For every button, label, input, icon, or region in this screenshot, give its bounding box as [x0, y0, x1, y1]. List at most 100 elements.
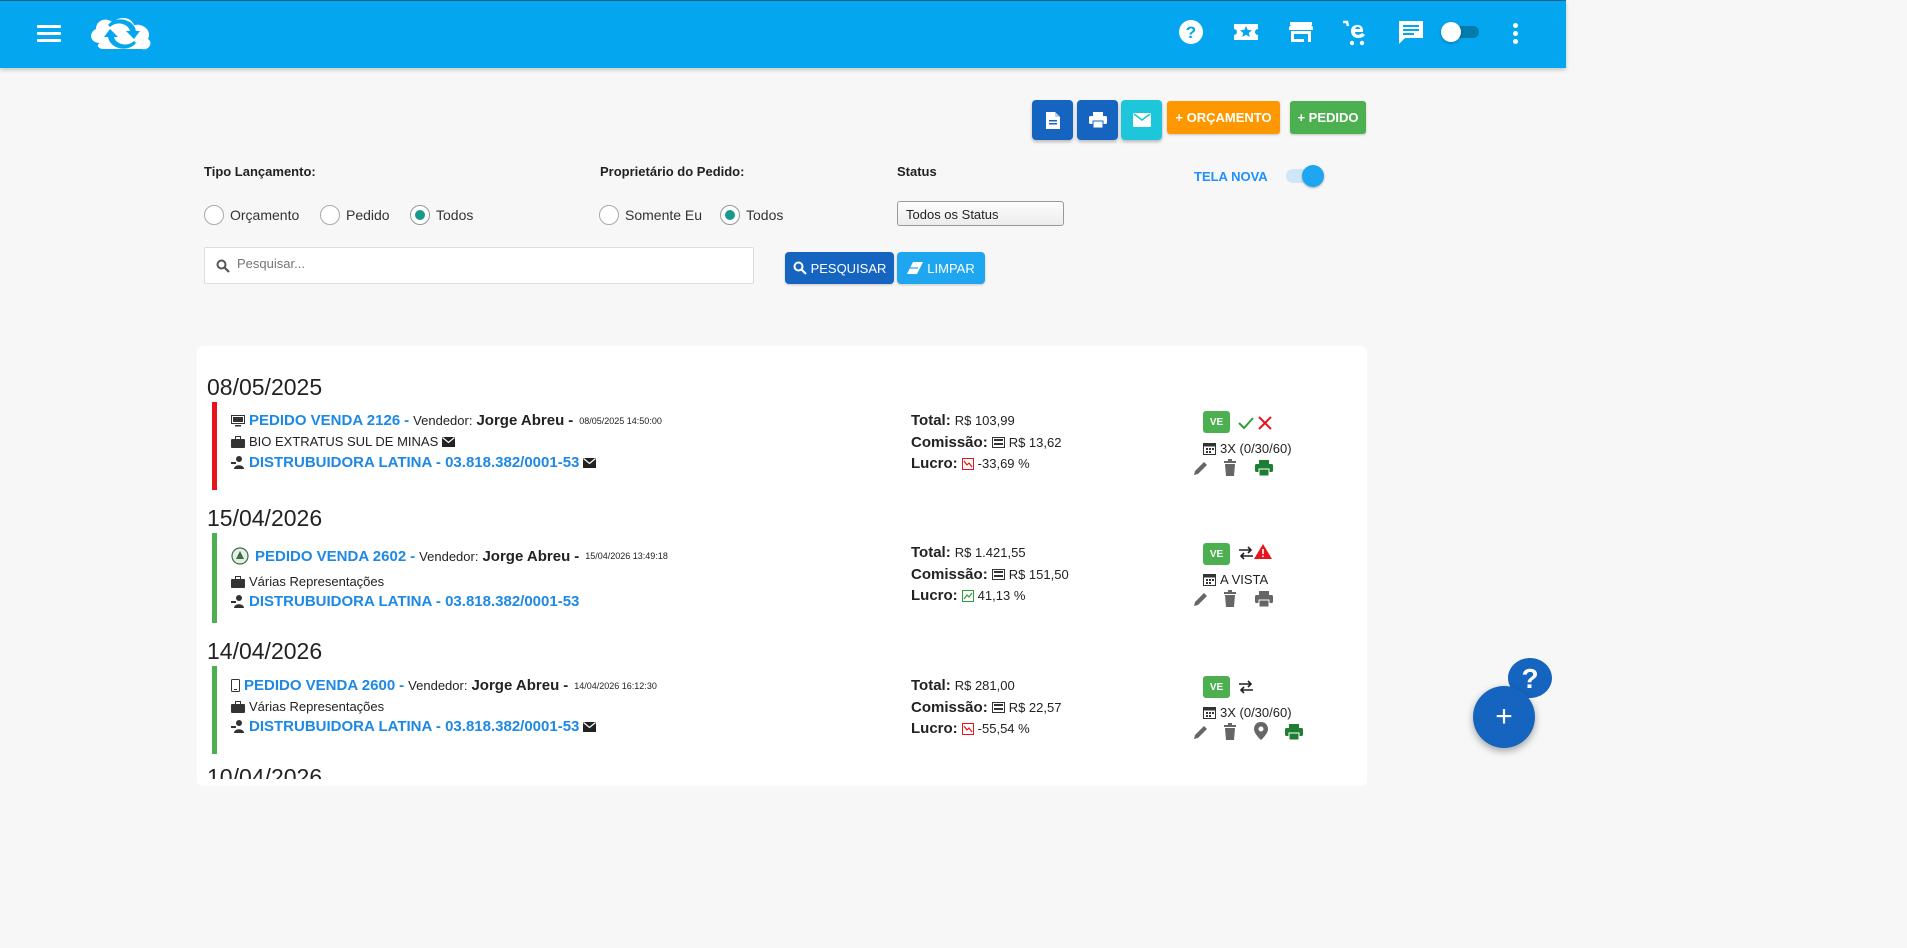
proprietario-label: Proprietário do Pedido: — [600, 164, 745, 179]
document-button[interactable] — [1032, 100, 1073, 140]
cliente-link[interactable]: DISTRUBUIDORA LATINA - 03.818.382/0001-5… — [249, 593, 579, 610]
menu-icon[interactable] — [37, 22, 61, 44]
status-select[interactable]: Todos os Status — [897, 201, 1064, 226]
lucro-line: Lucro: 41,13 % — [911, 587, 1025, 604]
print-icon[interactable] — [1254, 458, 1274, 478]
vendedor-separator: - — [574, 547, 580, 565]
order-timestamp: 08/05/2025 14:50:00 — [579, 415, 662, 426]
cliente-line: DISTRUBUIDORA LATINA - 03.818.382/0001-5… — [231, 593, 579, 610]
print-icon[interactable] — [1254, 589, 1274, 609]
radio-todos-proprietario[interactable]: Todos — [720, 205, 783, 225]
edit-icon[interactable] — [1191, 458, 1211, 478]
comissao-line: Comissão: R$ 151,50 — [911, 566, 1069, 583]
new-pedido-button[interactable]: + PEDIDO — [1290, 101, 1366, 134]
title-separator: - — [399, 677, 405, 694]
limpar-button[interactable]: LIMPAR — [897, 252, 985, 284]
location-pin-icon[interactable] — [1251, 721, 1271, 741]
add-fab-button[interactable]: + — [1473, 686, 1535, 748]
envelope-icon[interactable] — [442, 436, 456, 447]
pesquisar-label: PESQUISAR — [810, 260, 887, 276]
edit-icon[interactable] — [1191, 722, 1211, 742]
delete-icon[interactable] — [1220, 458, 1240, 478]
empresa-name: BIO EXTRATUS SUL DE MINAS — [249, 434, 439, 449]
briefcase-icon — [231, 435, 245, 448]
vendedor-separator: - — [568, 412, 574, 429]
email-button[interactable] — [1121, 100, 1162, 140]
app-logo[interactable] — [86, 13, 158, 55]
store-icon[interactable] — [1286, 17, 1316, 47]
order-title-line: PEDIDO VENDA 2600 - Vendedor: Jorge Abre… — [231, 677, 657, 694]
trend-down-icon — [961, 722, 974, 735]
title-separator: - — [410, 547, 416, 565]
print-button[interactable] — [1077, 100, 1118, 140]
empresa-name: Várias Representações — [249, 699, 385, 714]
close-icon[interactable] — [1255, 413, 1275, 433]
status-label: Status — [897, 164, 937, 179]
limpar-label: LIMPAR — [927, 260, 975, 276]
tela-nova-label: TELA NOVA — [1194, 169, 1268, 184]
vendedor-name: Jorge Abreu — [476, 412, 565, 429]
help-circle-icon[interactable]: ? — [1176, 17, 1206, 47]
comissao-label: Comissão: — [911, 699, 988, 716]
svg-text:?: ? — [1521, 663, 1538, 694]
cliente-line: DISTRUBUIDORA LATINA - 03.818.382/0001-5… — [231, 454, 600, 471]
delete-icon[interactable] — [1220, 722, 1240, 742]
print-icon[interactable] — [1284, 722, 1304, 742]
empresa-line: Várias Representações — [231, 699, 384, 714]
theme-toggle[interactable] — [1441, 22, 1481, 42]
delete-icon[interactable] — [1220, 589, 1240, 609]
money-icon — [991, 702, 1005, 713]
edit-icon[interactable] — [1191, 589, 1211, 609]
order-title-line: PEDIDO VENDA 2126 - Vendedor: Jorge Abre… — [231, 412, 662, 429]
swap-icon[interactable] — [1236, 677, 1256, 697]
vendedor-label: Vendedor: — [419, 548, 479, 564]
e-shopping-icon[interactable] — [1341, 17, 1371, 47]
order-date: 15/04/2026 — [207, 505, 323, 531]
lucro-line: Lucro: -33,69 % — [911, 455, 1030, 472]
new-orcamento-button[interactable]: + ORÇAMENTO — [1167, 101, 1280, 134]
eraser-icon — [907, 262, 924, 274]
radio-pedido[interactable]: Pedido — [320, 205, 390, 225]
ticket-star-icon[interactable] — [1231, 17, 1261, 47]
warning-icon — [1254, 544, 1272, 559]
check-icon[interactable] — [1236, 413, 1256, 433]
svg-text:?: ? — [1186, 23, 1196, 42]
total-label: Total: — [911, 677, 951, 694]
status-bar — [212, 666, 217, 754]
money-icon — [991, 569, 1005, 580]
payment-terms: 3X (0/30/60) — [1220, 705, 1292, 720]
pesquisar-button[interactable]: PESQUISAR — [785, 252, 894, 284]
tela-nova-toggle[interactable] — [1284, 164, 1324, 188]
comissao-label: Comissão: — [911, 434, 988, 451]
calendar-icon — [1203, 574, 1216, 586]
briefcase-icon — [231, 575, 245, 588]
chat-icon[interactable] — [1396, 17, 1426, 47]
vendedor-name: Jorge Abreu — [482, 547, 571, 565]
more-vert-icon[interactable] — [1505, 21, 1525, 45]
email-icon — [1132, 113, 1151, 127]
order-title-link[interactable]: PEDIDO VENDA 2126 — [249, 412, 400, 429]
payment-terms: 3X (0/30/60) — [1220, 441, 1292, 456]
order-title-link[interactable]: PEDIDO VENDA 2602 — [255, 548, 406, 565]
total-label: Total: — [911, 412, 951, 429]
vendedor-separator: - — [563, 677, 569, 694]
ve-badge: VE — [1203, 411, 1230, 433]
briefcase-icon — [231, 700, 245, 713]
user-key-icon — [231, 595, 244, 608]
radio-todos-tipo[interactable]: Todos — [410, 205, 473, 225]
lucro-label: Lucro: — [911, 455, 958, 472]
document-icon — [1045, 111, 1060, 129]
lucro-value: -55,54 % — [977, 721, 1030, 736]
envelope-icon[interactable] — [583, 721, 597, 732]
total-value: R$ 281,00 — [954, 678, 1015, 693]
cliente-link[interactable]: DISTRUBUIDORA LATINA - 03.818.382/0001-5… — [249, 454, 579, 471]
search-input[interactable] — [237, 256, 737, 271]
radio-orcamento[interactable]: Orçamento — [204, 205, 299, 225]
envelope-icon[interactable] — [583, 457, 597, 468]
total-value: R$ 1.421,55 — [954, 545, 1026, 560]
order-title-link[interactable]: PEDIDO VENDA 2600 — [244, 677, 395, 694]
print-icon — [1088, 112, 1107, 128]
cliente-link[interactable]: DISTRUBUIDORA LATINA - 03.818.382/0001-5… — [249, 718, 579, 735]
search-icon — [216, 259, 230, 273]
radio-somente-eu[interactable]: Somente Eu — [599, 205, 702, 225]
